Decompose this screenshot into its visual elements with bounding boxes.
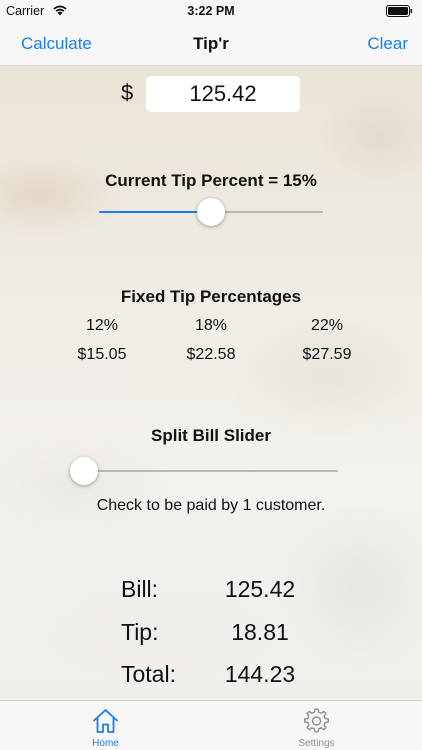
- fixed-tip-option[interactable]: 12% $15.05: [47, 317, 157, 364]
- fixed-tip-option[interactable]: 22% $27.59: [272, 317, 382, 364]
- split-bill-slider[interactable]: [70, 457, 338, 485]
- tab-bar: Home Settings: [0, 700, 422, 750]
- split-slider-thumb[interactable]: [70, 457, 98, 485]
- gear-icon: [304, 708, 329, 733]
- main-content: $ Current Tip Percent = 15% Fixed Tip Pe…: [0, 66, 422, 700]
- bill-value: 125.42: [224, 576, 296, 602]
- tab-home-label: Home: [92, 738, 119, 749]
- total-value: 144.23: [224, 661, 296, 687]
- fixed-tip-percent: 18%: [194, 317, 228, 334]
- fixed-tip-title: Fixed Tip Percentages: [120, 287, 302, 306]
- bill-label: Bill:: [121, 576, 159, 602]
- page-title: Tip'r: [193, 34, 229, 53]
- clear-button[interactable]: Clear: [367, 34, 408, 54]
- tab-settings-label: Settings: [298, 738, 335, 749]
- fixed-tip-amount: $22.58: [186, 346, 236, 363]
- fixed-tip-option[interactable]: 18% $22.58: [156, 317, 266, 364]
- fixed-tip-amount: $15.05: [77, 346, 127, 363]
- navigation-bar: Calculate Tip'r Clear: [0, 22, 422, 66]
- split-bill-caption: Check to be paid by 1 customer.: [96, 497, 326, 514]
- tip-value: 18.81: [231, 619, 289, 645]
- tip-percent-label: Current Tip Percent = 15%: [105, 171, 317, 190]
- fixed-tip-amount: $27.59: [302, 346, 352, 363]
- split-bill-title: Split Bill Slider: [151, 426, 271, 445]
- home-icon: [93, 709, 118, 733]
- battery-icon: [386, 5, 413, 17]
- tip-percent-slider[interactable]: [99, 198, 323, 226]
- tip-slider-thumb[interactable]: [197, 198, 225, 226]
- bill-amount-input[interactable]: [146, 76, 300, 112]
- tip-label: Tip:: [121, 619, 159, 645]
- status-bar: Carrier 3:22 PM: [0, 0, 422, 22]
- tab-home[interactable]: Home: [0, 701, 211, 750]
- fixed-tip-percent: 12%: [85, 317, 119, 334]
- fixed-tip-percent: 22%: [310, 317, 344, 334]
- tab-settings[interactable]: Settings: [211, 701, 422, 750]
- tip-slider-fill: [99, 211, 211, 213]
- total-label: Total:: [121, 661, 176, 687]
- currency-symbol: $: [121, 80, 134, 105]
- status-time: 3:22 PM: [187, 4, 235, 18]
